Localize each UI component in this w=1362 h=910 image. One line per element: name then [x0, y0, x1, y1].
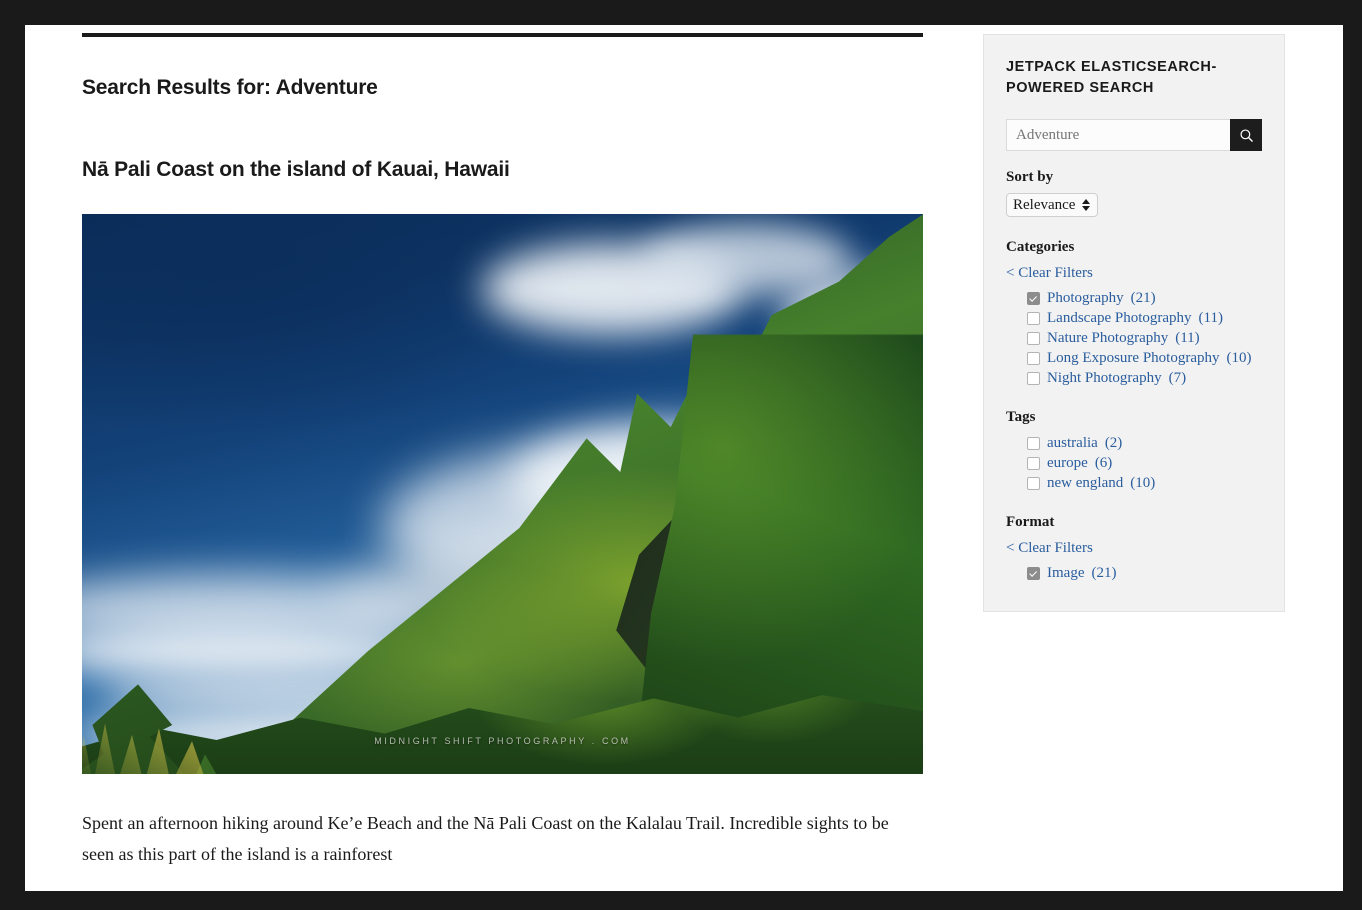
search-results-column: Search Results for: Adventure Nā Pali Co…: [82, 25, 947, 888]
facet-format: Format < Clear Filters Image (21): [1006, 514, 1262, 582]
facet-item-label: Image: [1047, 565, 1085, 582]
result-title[interactable]: Nā Pali Coast on the island of Kauai, Ha…: [82, 157, 947, 182]
checkbox-unchecked[interactable]: [1027, 372, 1040, 386]
facet-tags: Tags australia (2) europe (6) new englan…: [1006, 409, 1262, 492]
facet-list: Photography (21) Landscape Photography (…: [1006, 290, 1262, 387]
page-title: Search Results for: Adventure: [82, 76, 378, 99]
clear-filters-link-categories[interactable]: < Clear Filters: [1006, 265, 1262, 282]
result-featured-image[interactable]: MIDNIGHT SHIFT PHOTOGRAPHY . COM: [82, 214, 923, 775]
search-form: [1006, 119, 1262, 152]
facet-item[interactable]: Image (21): [1027, 565, 1262, 582]
sort-by-select[interactable]: Relevance: [1006, 193, 1099, 218]
checkbox-unchecked[interactable]: [1027, 312, 1040, 326]
facet-item-label: australia: [1047, 435, 1098, 452]
facet-item[interactable]: Landscape Photography (11): [1027, 310, 1262, 327]
checkbox-checked[interactable]: [1027, 292, 1040, 306]
facet-item[interactable]: europe (6): [1027, 455, 1262, 472]
sort-by-selected-value: Relevance: [1013, 197, 1076, 214]
search-input[interactable]: [1006, 119, 1230, 152]
checkbox-unchecked[interactable]: [1027, 457, 1040, 471]
facet-list: australia (2) europe (6) new england (10…: [1006, 435, 1262, 492]
facet-item[interactable]: new england (10): [1027, 475, 1262, 492]
facet-item[interactable]: Night Photography (7): [1027, 370, 1262, 387]
checkbox-checked[interactable]: [1027, 567, 1040, 581]
facet-item-count: (7): [1168, 370, 1187, 387]
facet-title: Categories: [1006, 239, 1075, 256]
search-filters-widget: Jetpack ElasticSearch-Powered Search Sor…: [983, 34, 1285, 613]
facet-categories: Categories < Clear Filters Photography (…: [1006, 239, 1262, 387]
facet-item-count: (6): [1094, 455, 1113, 472]
facet-item-label: Long Exposure Photography: [1047, 350, 1220, 367]
facet-item-label: europe: [1047, 455, 1088, 472]
facet-title: Format: [1006, 514, 1055, 531]
search-icon: [1239, 128, 1253, 142]
facet-item-count: (10): [1130, 475, 1156, 492]
sort-by-label: Sort by: [1006, 169, 1054, 186]
browser-viewport: Search Results for: Adventure Nā Pali Co…: [25, 25, 1343, 891]
facet-item-count: (21): [1091, 565, 1117, 582]
facet-item-count: (2): [1104, 435, 1123, 452]
search-submit-button[interactable]: [1230, 119, 1262, 152]
facet-item-label: Photography: [1047, 290, 1124, 307]
clear-filters-link-format[interactable]: < Clear Filters: [1006, 540, 1262, 557]
header-divider: [82, 33, 923, 37]
facet-item-count: (21): [1130, 290, 1156, 307]
facet-title: Tags: [1006, 409, 1036, 426]
chevron-updown-icon: [1082, 199, 1091, 212]
facet-list: Image (21): [1006, 565, 1262, 582]
facet-item-count: (11): [1198, 310, 1223, 327]
facet-item[interactable]: australia (2): [1027, 435, 1262, 452]
checkbox-unchecked[interactable]: [1027, 437, 1040, 451]
facet-item-count: (10): [1226, 350, 1252, 367]
facet-item[interactable]: Nature Photography (11): [1027, 330, 1262, 347]
facet-item-label: Nature Photography: [1047, 330, 1169, 347]
facet-item-label: Landscape Photography: [1047, 310, 1192, 327]
facet-item-count: (11): [1175, 330, 1200, 347]
facet-item[interactable]: Long Exposure Photography (10): [1027, 350, 1262, 367]
widget-title: Jetpack ElasticSearch-Powered Search: [1006, 59, 1217, 97]
facet-item-label: new england: [1047, 475, 1124, 492]
facet-item-label: Night Photography: [1047, 370, 1162, 387]
photo-canvas: MIDNIGHT SHIFT PHOTOGRAPHY . COM: [82, 214, 923, 775]
checkbox-unchecked[interactable]: [1027, 332, 1040, 346]
checkbox-unchecked[interactable]: [1027, 352, 1040, 366]
result-excerpt: Spent an afternoon hiking around Ke’e Be…: [82, 813, 889, 865]
checkbox-unchecked[interactable]: [1027, 477, 1040, 491]
facet-item[interactable]: Photography (21): [1027, 290, 1262, 307]
